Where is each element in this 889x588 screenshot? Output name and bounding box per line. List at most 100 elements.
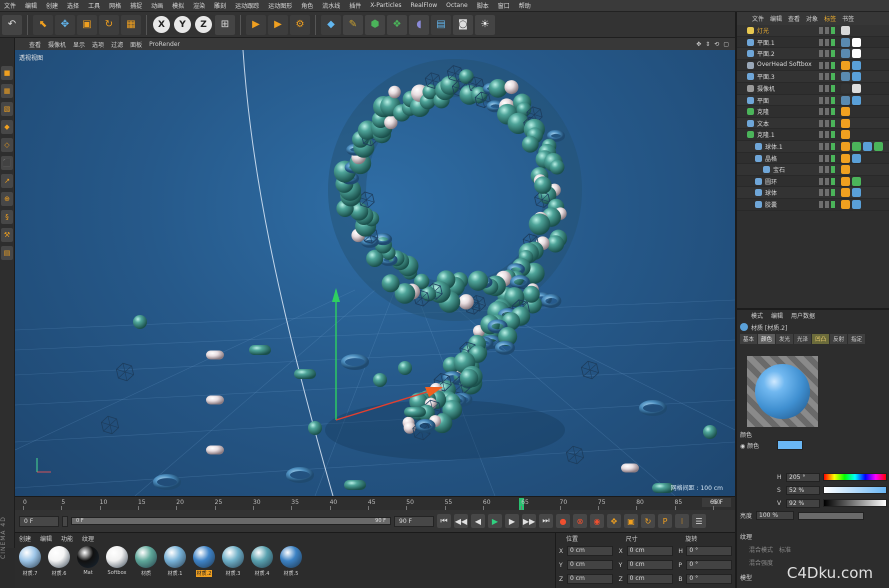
workplane-lock-icon[interactable]: ⚒ — [1, 228, 13, 242]
start-frame-field[interactable]: 0 F — [19, 515, 59, 527]
x-axis-lock-button[interactable]: X — [153, 16, 170, 33]
visibility-flags[interactable] — [819, 50, 835, 58]
object-row[interactable]: 球体.1 — [737, 140, 889, 153]
coordinate-field[interactable]: 0 cm — [567, 574, 613, 584]
render-visibility-dot[interactable] — [825, 200, 829, 208]
viewport-menu-filter[interactable]: 过滤 — [111, 40, 123, 49]
next-key-button[interactable]: ▶▶ — [522, 514, 536, 528]
om-menu-objects[interactable]: 对象 — [806, 14, 818, 23]
menu-item[interactable]: 选择 — [67, 1, 79, 10]
object-row[interactable]: 克隆 — [737, 106, 889, 118]
color-toggle-icon[interactable]: ◉ — [740, 443, 745, 450]
visibility-flags[interactable] — [819, 154, 835, 162]
perspective-viewport[interactable]: 透视视图 网格间距 : 100 cm — [15, 50, 735, 496]
tag-icon[interactable] — [841, 107, 850, 117]
tag-icon[interactable] — [852, 141, 861, 151]
object-row[interactable]: 文本 — [737, 117, 889, 130]
object-row[interactable]: 摄像机 — [737, 83, 889, 95]
menu-item[interactable]: Octane — [446, 2, 468, 9]
visibility-flags[interactable] — [819, 27, 835, 34]
tag-icon[interactable] — [852, 188, 861, 198]
points-mode-icon[interactable]: ◆ — [1, 120, 13, 134]
object-name[interactable]: 平面.2 — [757, 49, 775, 58]
om-menu-bookmarks[interactable]: 书签 — [842, 14, 854, 23]
range-handle-left[interactable] — [62, 515, 68, 527]
object-row[interactable]: 胶囊 — [737, 199, 889, 211]
object-row[interactable]: 平面.1 — [737, 37, 889, 49]
enabled-check-icon[interactable] — [831, 84, 835, 92]
enabled-check-icon[interactable] — [831, 119, 835, 127]
menu-item[interactable]: 编辑 — [25, 1, 37, 10]
tag-icon[interactable] — [841, 83, 850, 93]
edges-mode-icon[interactable]: ◇ — [1, 138, 13, 152]
recent-tool-icon[interactable]: ▦ — [121, 14, 141, 35]
next-frame-button[interactable]: ▶ — [505, 514, 519, 528]
visibility-flags[interactable] — [819, 61, 835, 69]
material-swatch[interactable]: 材质.6 — [47, 546, 71, 577]
object-row[interactable]: 平面 — [737, 94, 889, 107]
keyframe-selection-icon[interactable]: ◉ — [590, 514, 604, 528]
snap-icon[interactable]: § — [1, 210, 13, 224]
object-row[interactable]: 圆环 — [737, 176, 889, 188]
live-selection-icon[interactable]: ⬉ — [33, 14, 53, 35]
y-axis-lock-button[interactable]: Y — [174, 16, 191, 33]
previous-frame-button[interactable]: ◀ — [471, 514, 485, 528]
tag-icon[interactable] — [841, 165, 850, 175]
viewport-maximize-icon[interactable]: ▢ — [723, 41, 729, 48]
autokey-icon[interactable]: ⊗ — [573, 514, 587, 528]
enabled-check-icon[interactable] — [831, 166, 835, 174]
tag-icon[interactable] — [841, 199, 850, 209]
viewport-menu-cameras[interactable]: 摄像机 — [48, 40, 66, 49]
viewport-menu-options[interactable]: 选项 — [92, 40, 104, 49]
material-swatch[interactable]: 材质.7 — [18, 546, 42, 577]
subdivision-icon[interactable]: ⬢ — [365, 14, 385, 35]
viewport-move-icon[interactable]: ✥ — [696, 41, 701, 48]
visibility-flags[interactable] — [819, 131, 835, 139]
render-visibility-dot[interactable] — [825, 38, 829, 46]
visibility-flags[interactable] — [819, 96, 835, 104]
pen-icon[interactable]: ✎ — [343, 14, 363, 35]
object-row[interactable]: 宝石 — [737, 164, 889, 176]
attr-menu-edit[interactable]: 编辑 — [771, 311, 783, 320]
tag-icon[interactable] — [841, 60, 850, 70]
position-key-icon[interactable]: ✥ — [607, 514, 621, 528]
viewport-menu-prorender[interactable]: ProRender — [149, 41, 180, 48]
tag-icon[interactable] — [852, 72, 861, 82]
enabled-check-icon[interactable] — [831, 177, 835, 185]
object-name[interactable]: 克隆.1 — [757, 130, 775, 139]
tweak-mode-icon[interactable]: ⊕ — [1, 192, 13, 206]
object-row[interactable]: 球体 — [737, 187, 889, 199]
render-visibility-dot[interactable] — [825, 108, 829, 116]
tab-color[interactable]: 颜色 — [758, 333, 776, 344]
render-visibility-dot[interactable] — [825, 189, 829, 197]
undo-button[interactable]: ↶ — [2, 14, 22, 35]
menu-item[interactable]: 模拟 — [172, 1, 184, 10]
enabled-check-icon[interactable] — [831, 73, 835, 81]
enabled-check-icon[interactable] — [831, 61, 835, 69]
coordinate-field[interactable]: 0 cm — [626, 560, 673, 570]
object-row[interactable]: 晶格 — [737, 153, 889, 165]
tag-icon[interactable] — [841, 118, 850, 128]
render-visibility-dot[interactable] — [825, 154, 829, 162]
scale-tool-icon[interactable]: ▣ — [77, 14, 97, 35]
tag-icon[interactable] — [852, 37, 861, 47]
menu-item[interactable]: 网格 — [109, 1, 121, 10]
object-name[interactable]: OverHead Softbox — [757, 61, 812, 68]
viewport-menu-display[interactable]: 显示 — [73, 40, 85, 49]
point-level-key-icon[interactable]: ⁝ — [675, 514, 689, 528]
locked-workplane-icon[interactable]: ▤ — [1, 246, 13, 260]
end-frame-field[interactable]: 90 F — [394, 515, 434, 527]
record-active-objects-icon[interactable]: ● — [556, 514, 570, 528]
tag-icon[interactable] — [841, 188, 850, 198]
coordinate-field[interactable]: 0 cm — [626, 574, 673, 584]
coordinate-field[interactable]: 0 cm — [567, 546, 613, 556]
object-name[interactable]: 灯光 — [757, 26, 769, 35]
visibility-flags[interactable] — [819, 108, 835, 116]
rotation-key-icon[interactable]: ↻ — [641, 514, 655, 528]
floor-icon[interactable]: ▤ — [431, 14, 451, 35]
render-visibility-dot[interactable] — [825, 142, 829, 150]
material-swatch[interactable]: 材质.2 — [192, 546, 216, 577]
editor-visibility-dot[interactable] — [819, 142, 823, 150]
enabled-check-icon[interactable] — [831, 131, 835, 139]
editor-visibility-dot[interactable] — [819, 27, 823, 34]
